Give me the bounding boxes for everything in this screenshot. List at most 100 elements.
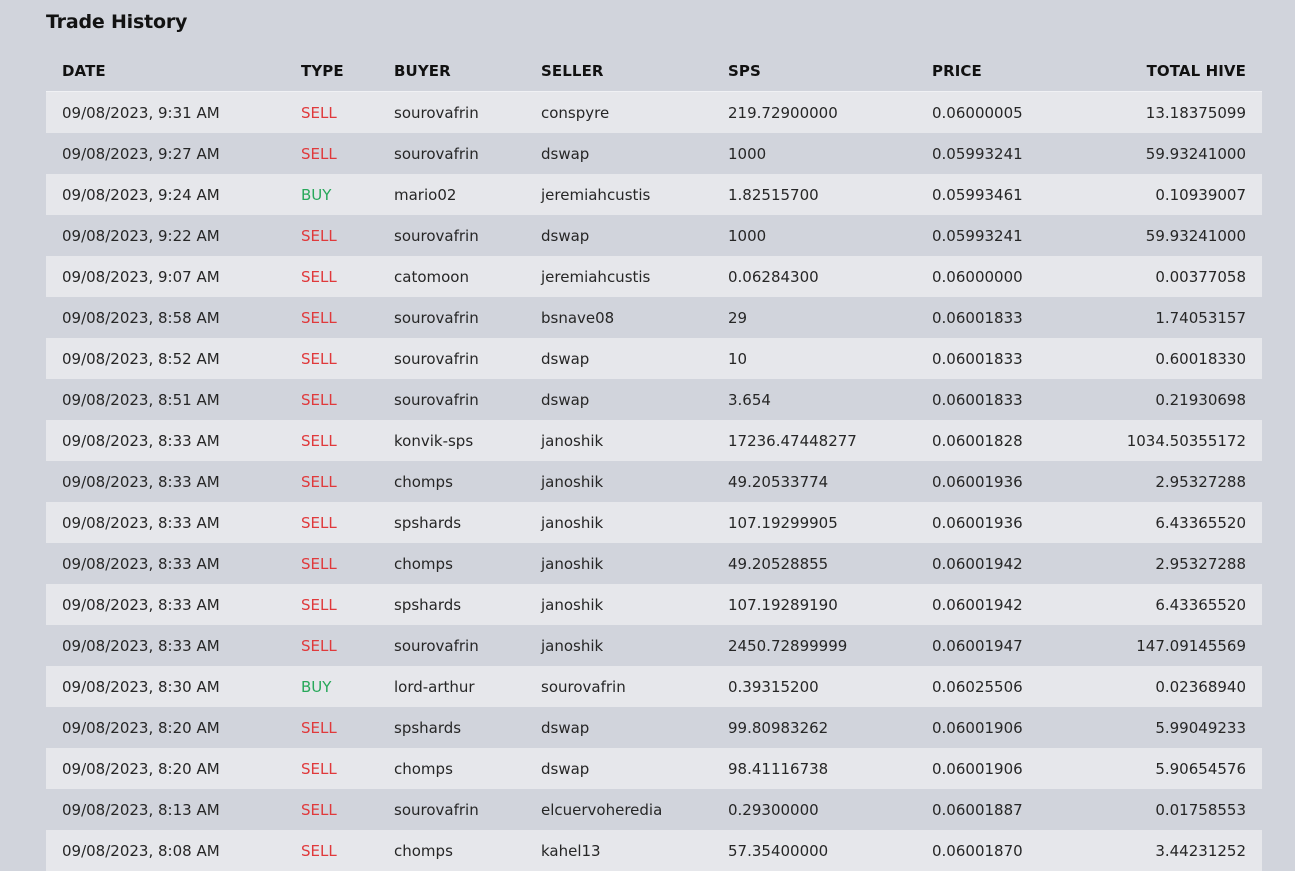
- trade-price: 0.06025506: [932, 666, 1082, 707]
- trade-type: SELL: [301, 91, 394, 133]
- trade-type: SELL: [301, 297, 394, 338]
- trade-buyer[interactable]: spshards: [394, 707, 541, 748]
- trade-date: 09/08/2023, 8:52 AM: [46, 338, 301, 379]
- trade-buyer[interactable]: sourovafrin: [394, 379, 541, 420]
- trade-buyer[interactable]: chomps: [394, 543, 541, 584]
- trade-buyer[interactable]: chomps: [394, 461, 541, 502]
- trade-seller[interactable]: jeremiahcustis: [541, 256, 728, 297]
- trade-buyer[interactable]: catomoon: [394, 256, 541, 297]
- trade-type: SELL: [301, 543, 394, 584]
- trade-price: 0.06001936: [932, 502, 1082, 543]
- trade-seller[interactable]: dswap: [541, 215, 728, 256]
- trade-seller[interactable]: dswap: [541, 133, 728, 174]
- trade-sps-amount: 219.72900000: [728, 91, 932, 133]
- trade-seller[interactable]: dswap: [541, 748, 728, 789]
- trade-sps-amount: 0.29300000: [728, 789, 932, 830]
- trade-seller[interactable]: sourovafrin: [541, 666, 728, 707]
- trade-buyer[interactable]: sourovafrin: [394, 789, 541, 830]
- column-header-seller[interactable]: SELLER: [541, 50, 728, 92]
- trade-price: 0.06001870: [932, 830, 1082, 871]
- trade-sps-amount: 2450.72899999: [728, 625, 932, 666]
- trade-buyer[interactable]: sourovafrin: [394, 297, 541, 338]
- trade-price: 0.06001947: [932, 625, 1082, 666]
- trade-seller[interactable]: dswap: [541, 707, 728, 748]
- trade-seller[interactable]: kahel13: [541, 830, 728, 871]
- trade-price: 0.06001942: [932, 584, 1082, 625]
- trade-seller[interactable]: janoshik: [541, 584, 728, 625]
- column-header-price[interactable]: PRICE: [932, 50, 1082, 92]
- table-row: 09/08/2023, 8:08 AM SELL chomps kahel13 57.3…: [46, 830, 1262, 871]
- table-row: 09/08/2023, 9:27 AM SELL sourovafrin dswap 1…: [46, 133, 1262, 174]
- trade-seller[interactable]: conspyre: [541, 91, 728, 133]
- table-row: 09/08/2023, 8:58 AM SELL sourovafrin bsnave…: [46, 297, 1262, 338]
- trade-type: SELL: [301, 584, 394, 625]
- table-row: 09/08/2023, 8:33 AM SELL spshards janoshik 1…: [46, 584, 1262, 625]
- trade-price: 0.06001906: [932, 748, 1082, 789]
- trade-type: SELL: [301, 338, 394, 379]
- trade-seller[interactable]: dswap: [541, 338, 728, 379]
- trade-total-hive: 6.43365520: [1082, 584, 1262, 625]
- trade-total-hive: 0.00377058: [1082, 256, 1262, 297]
- trade-price: 0.06000000: [932, 256, 1082, 297]
- trade-seller[interactable]: dswap: [541, 379, 728, 420]
- trade-date: 09/08/2023, 8:08 AM: [46, 830, 301, 871]
- column-header-buyer[interactable]: BUYER: [394, 50, 541, 92]
- table-row: 09/08/2023, 9:07 AM SELL catomoon jeremiahc…: [46, 256, 1262, 297]
- trade-buyer[interactable]: sourovafrin: [394, 133, 541, 174]
- trade-date: 09/08/2023, 8:33 AM: [46, 543, 301, 584]
- trade-seller[interactable]: janoshik: [541, 461, 728, 502]
- trade-type: SELL: [301, 502, 394, 543]
- trade-date: 09/08/2023, 9:27 AM: [46, 133, 301, 174]
- trade-type: SELL: [301, 748, 394, 789]
- trade-price: 0.06001936: [932, 461, 1082, 502]
- trade-buyer[interactable]: chomps: [394, 830, 541, 871]
- trade-buyer[interactable]: konvik-sps: [394, 420, 541, 461]
- trade-date: 09/08/2023, 9:22 AM: [46, 215, 301, 256]
- trade-seller[interactable]: janoshik: [541, 625, 728, 666]
- trade-buyer[interactable]: sourovafrin: [394, 91, 541, 133]
- trade-history-table: DATE TYPE BUYER SELLER SPS PRICE TOTAL H…: [46, 50, 1262, 871]
- trade-date: 09/08/2023, 8:33 AM: [46, 461, 301, 502]
- trade-seller[interactable]: elcuervoheredia: [541, 789, 728, 830]
- trade-buyer[interactable]: mario02: [394, 174, 541, 215]
- table-row: 09/08/2023, 9:22 AM SELL sourovafrin dswap 1…: [46, 215, 1262, 256]
- table-row: 09/08/2023, 8:33 AM SELL sourovafrin janosh…: [46, 625, 1262, 666]
- column-header-date[interactable]: DATE: [46, 50, 301, 92]
- trade-buyer[interactable]: sourovafrin: [394, 215, 541, 256]
- trade-date: 09/08/2023, 8:58 AM: [46, 297, 301, 338]
- trade-buyer[interactable]: spshards: [394, 502, 541, 543]
- trade-sps-amount: 49.20533774: [728, 461, 932, 502]
- trade-seller[interactable]: jeremiahcustis: [541, 174, 728, 215]
- trade-buyer[interactable]: sourovafrin: [394, 338, 541, 379]
- trade-total-hive: 2.95327288: [1082, 461, 1262, 502]
- trade-total-hive: 5.99049233: [1082, 707, 1262, 748]
- table-row: 09/08/2023, 8:33 AM SELL konvik-sps janoshi…: [46, 420, 1262, 461]
- trade-buyer[interactable]: chomps: [394, 748, 541, 789]
- trade-sps-amount: 98.41116738: [728, 748, 932, 789]
- trade-total-hive: 0.01758553: [1082, 789, 1262, 830]
- trade-date: 09/08/2023, 9:31 AM: [46, 91, 301, 133]
- trade-seller[interactable]: janoshik: [541, 502, 728, 543]
- trade-price: 0.06001833: [932, 379, 1082, 420]
- table-row: 09/08/2023, 8:13 AM SELL sourovafrin elcuer…: [46, 789, 1262, 830]
- trade-type: SELL: [301, 420, 394, 461]
- trade-date: 09/08/2023, 8:13 AM: [46, 789, 301, 830]
- trade-total-hive: 0.02368940: [1082, 666, 1262, 707]
- trade-sps-amount: 29: [728, 297, 932, 338]
- trade-type: SELL: [301, 256, 394, 297]
- trade-buyer[interactable]: lord-arthur: [394, 666, 541, 707]
- page-title: Trade History: [46, 11, 188, 33]
- trade-price: 0.05993241: [932, 133, 1082, 174]
- trade-buyer[interactable]: spshards: [394, 584, 541, 625]
- trade-type: SELL: [301, 625, 394, 666]
- table-row: 09/08/2023, 8:30 AM BUY lord-arthur sourova…: [46, 666, 1262, 707]
- column-header-sps[interactable]: SPS: [728, 50, 932, 92]
- trade-buyer[interactable]: sourovafrin: [394, 625, 541, 666]
- trade-seller[interactable]: janoshik: [541, 543, 728, 584]
- trade-seller[interactable]: janoshik: [541, 420, 728, 461]
- column-header-total-hive[interactable]: TOTAL HIVE: [1082, 50, 1262, 92]
- trade-sps-amount: 1.82515700: [728, 174, 932, 215]
- trade-seller[interactable]: bsnave08: [541, 297, 728, 338]
- column-header-type[interactable]: TYPE: [301, 50, 394, 92]
- trade-type: SELL: [301, 789, 394, 830]
